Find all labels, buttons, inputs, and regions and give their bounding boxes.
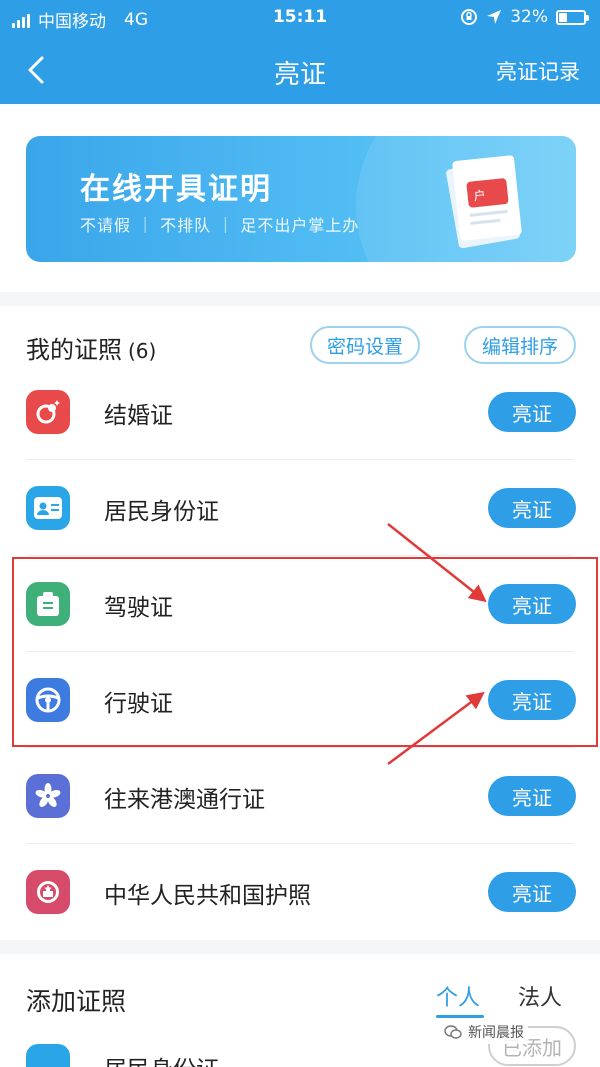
- section-divider: [0, 292, 600, 306]
- orientation-lock-icon: [461, 9, 478, 25]
- show-license-button[interactable]: 亮证: [488, 488, 576, 528]
- section-divider: [0, 940, 600, 954]
- add-licenses-title: 添加证照: [26, 987, 127, 1016]
- my-licenses-label: 我的证照: [26, 336, 122, 364]
- password-settings-button[interactable]: 密码设置: [310, 326, 420, 364]
- svg-text:户: 户: [473, 187, 487, 203]
- highlight-box: [12, 557, 598, 747]
- license-name: 结婚证: [104, 403, 173, 429]
- marriage-certificate-icon: [26, 390, 70, 434]
- active-tab-indicator: [436, 1015, 484, 1018]
- bauhinia-icon: [26, 774, 70, 818]
- top-bar: 中国移动 4G 15:11 32% 亮证 亮证记录: [0, 0, 600, 104]
- nav-bar: 亮证 亮证记录: [0, 36, 600, 104]
- list-item-passport[interactable]: 中华人民共和国护照 亮证: [0, 844, 600, 940]
- battery-icon: [556, 9, 589, 25]
- watermark: 新闻晨报: [440, 1020, 528, 1044]
- license-record-link[interactable]: 亮证记录: [496, 56, 580, 86]
- list-item-hk-macau-permit[interactable]: 往来港澳通行证 亮证: [0, 748, 600, 844]
- license-count: (6): [128, 339, 157, 363]
- id-card-icon: [26, 486, 70, 530]
- online-certificate-banner[interactable]: 在线开具证明 不请假 ｜ 不排队 ｜ 足不出户掌上办 户: [26, 136, 576, 262]
- passport-emblem-icon: [26, 870, 70, 914]
- license-name: 居民身份证: [104, 499, 219, 525]
- list-item-id-card[interactable]: 居民身份证 亮证: [0, 460, 600, 556]
- show-license-button[interactable]: 亮证: [488, 872, 576, 912]
- show-license-button[interactable]: 亮证: [488, 776, 576, 816]
- list-item-marriage-certificate[interactable]: 结婚证 亮证: [0, 364, 600, 460]
- tab-personal[interactable]: 个人: [436, 980, 480, 1012]
- status-bar: 中国移动 4G 15:11 32%: [0, 0, 600, 36]
- banner-title: 在线开具证明: [80, 172, 272, 207]
- battery-percent: 32%: [510, 7, 548, 27]
- location-icon: [487, 10, 502, 24]
- watermark-label: 新闻晨报: [468, 1025, 524, 1041]
- banner-subtitle: 不请假 ｜ 不排队 ｜ 足不出户掌上办: [80, 216, 360, 235]
- tab-legal-entity[interactable]: 法人: [518, 980, 562, 1012]
- license-name: 中华人民共和国护照: [104, 883, 311, 909]
- my-licenses-title: 我的证照 (6): [26, 330, 156, 365]
- license-name: 往来港澳通行证: [104, 787, 265, 813]
- edit-sort-button[interactable]: 编辑排序: [464, 326, 576, 364]
- document-icon: 户: [446, 155, 522, 249]
- add-license-name: 居民身份证: [104, 1050, 219, 1067]
- show-license-button[interactable]: 亮证: [488, 392, 576, 432]
- wechat-icon: [444, 1025, 462, 1039]
- id-card-icon: [26, 1044, 70, 1067]
